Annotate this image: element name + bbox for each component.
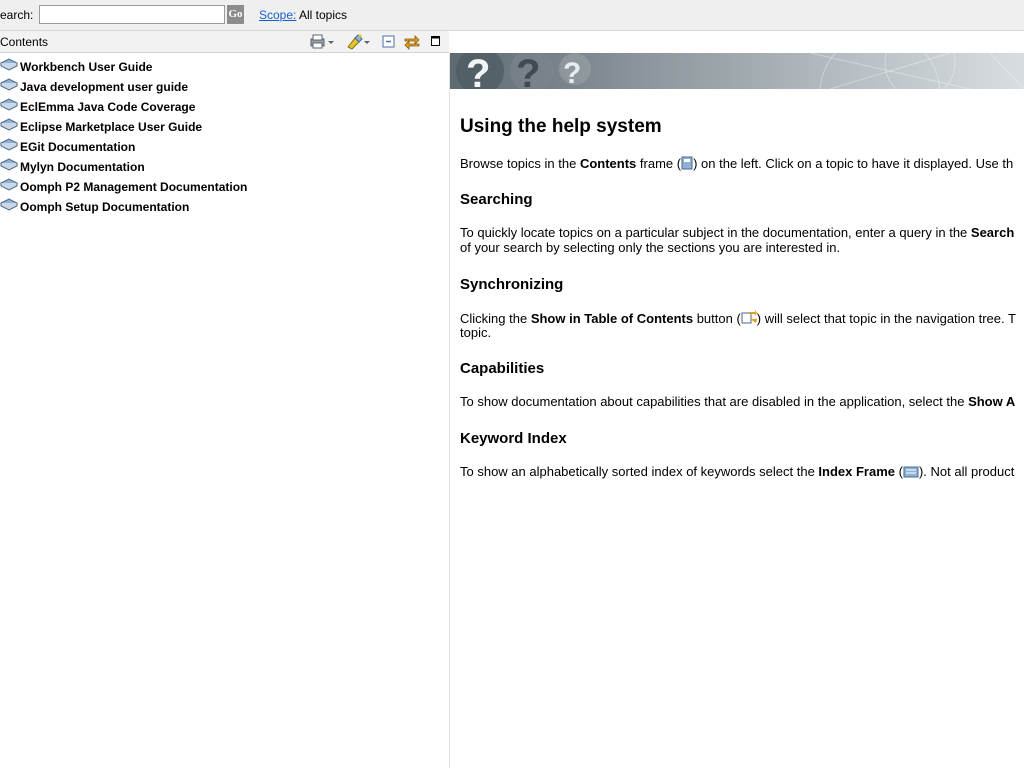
searching-text-b: Search (970, 225, 1015, 240)
keyword-text-d: ). Not all product (918, 464, 1015, 479)
toc-item-label: Oomph P2 Management Documentation (20, 180, 248, 194)
sync-text-c: button ( (693, 311, 741, 326)
book-icon (0, 57, 19, 74)
index-frame-icon (903, 466, 919, 481)
print-icon[interactable] (309, 33, 337, 50)
book-icon (0, 137, 19, 154)
help-content-pane: ? ? ? Using the help system Browse topic… (450, 31, 1024, 768)
toc-item-label: EclEmma Java Code Coverage (20, 100, 196, 114)
intro-text-b: Contents (579, 156, 637, 171)
search-input[interactable] (39, 5, 225, 24)
keyword-index-paragraph: To show an alphabetically sorted index o… (460, 464, 1014, 481)
search-label: earch: (0, 8, 34, 22)
contents-frame-icon (681, 156, 693, 173)
contents-tree: Workbench User Guide Java development us… (0, 53, 450, 768)
intro-text-d: ) on the left. Click on a topic to have … (693, 156, 1014, 171)
go-button[interactable]: Go (227, 5, 244, 24)
sync-text-d: ) will select that topic in the navigati… (756, 311, 1016, 326)
maximize-icon[interactable] (430, 33, 442, 50)
searching-paragraph-1: To quickly locate topics on a particular… (460, 225, 1014, 240)
searching-paragraph-2: of your search by selecting only the sec… (460, 240, 841, 255)
keyword-index-heading: Keyword Index (460, 430, 567, 447)
synchronizing-heading: Synchronizing (460, 276, 564, 293)
searching-heading: Searching (460, 191, 533, 208)
sync-text-b: Show in Table of Contents (530, 311, 694, 326)
show-in-toc-icon (741, 310, 757, 328)
capabilities-paragraph: To show documentation about capabilities… (460, 394, 1015, 409)
synchronizing-paragraph-1: Clicking the Show in Table of Contents b… (460, 310, 1016, 328)
page-title: Using the help system (460, 116, 662, 137)
highlight-icon[interactable] (345, 33, 373, 50)
scope-value: All topics (299, 8, 348, 22)
book-icon (0, 97, 19, 114)
toc-item-label: EGit Documentation (20, 140, 136, 154)
capabilities-text-b: Show A (968, 394, 1016, 409)
book-icon (0, 177, 19, 194)
search-bar: earch: Go Scope: All topics (0, 0, 1024, 31)
intro-paragraph: Browse topics in the Contents frame ( ) o… (460, 156, 1013, 173)
keyword-text-b: Index Frame (818, 464, 896, 479)
searching-text-a: To quickly locate topics on a particular… (460, 225, 971, 240)
book-icon (0, 77, 19, 94)
book-icon (0, 157, 19, 174)
intro-text-a: Browse topics in the (460, 156, 580, 171)
collapse-all-icon[interactable] (382, 33, 396, 50)
contents-header: Contents (0, 31, 449, 53)
toc-item-label: Java development user guide (20, 80, 189, 94)
link-with-contents-icon[interactable] (403, 33, 421, 50)
scope-link[interactable]: Scope: (259, 8, 296, 22)
contents-title: Contents (0, 35, 49, 49)
book-icon (0, 117, 19, 134)
toc-item-label: Mylyn Documentation (20, 160, 145, 174)
question-marks-graphic: ? ? ? (456, 53, 1024, 89)
intro-text-c: frame ( (636, 156, 682, 171)
capabilities-text-a: To show documentation about capabilities… (460, 394, 969, 409)
synchronizing-paragraph-2: topic. (460, 325, 492, 340)
toc-item-label: Oomph Setup Documentation (20, 200, 190, 214)
svg-text:?: ? (563, 57, 581, 89)
keyword-text-a: To show an alphabetically sorted index o… (460, 464, 819, 479)
keyword-text-c: ( (895, 464, 903, 479)
help-banner: ? ? ? (450, 53, 1024, 89)
book-icon (0, 197, 19, 214)
toc-item-label: Eclipse Marketplace User Guide (20, 120, 203, 134)
capabilities-heading: Capabilities (460, 360, 545, 377)
sync-text-a: Clicking the (460, 311, 531, 326)
toc-item-label: Workbench User Guide (20, 60, 153, 74)
svg-text:?: ? (516, 53, 540, 89)
svg-text:?: ? (466, 53, 490, 89)
